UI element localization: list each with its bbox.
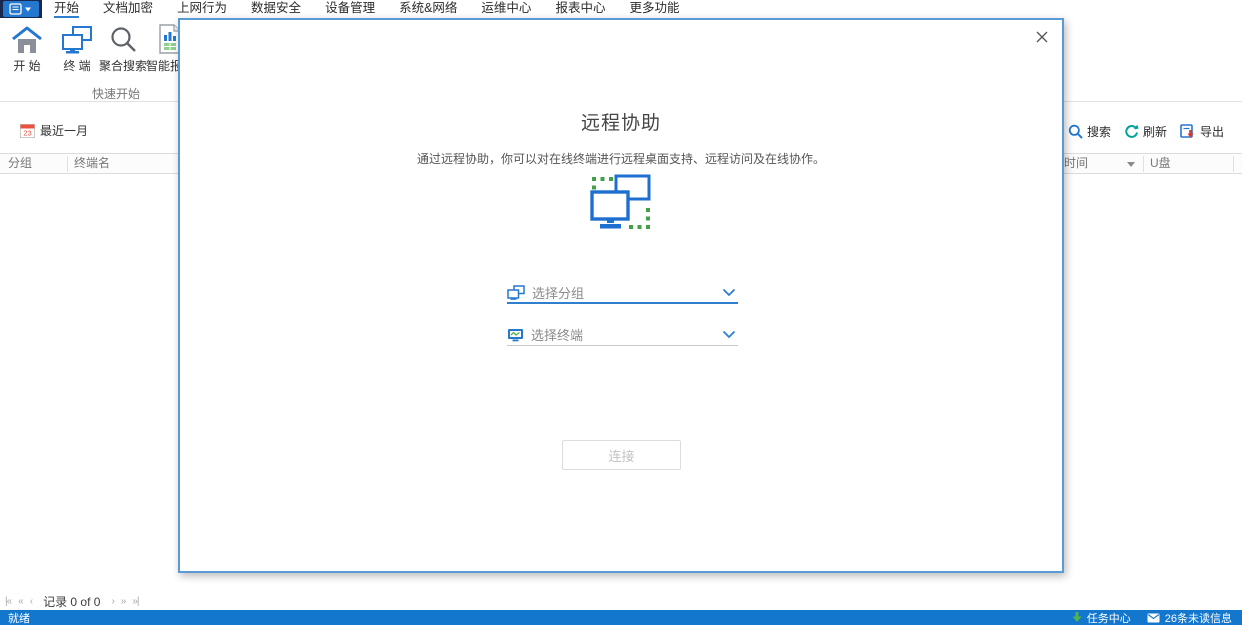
- export-icon: [1180, 124, 1196, 139]
- home-icon: [4, 22, 50, 54]
- task-center-button[interactable]: 任务中心: [1072, 610, 1131, 625]
- filter-caret-icon[interactable]: [1127, 162, 1135, 167]
- close-button[interactable]: [1031, 26, 1053, 48]
- export-label: 导出: [1199, 125, 1224, 139]
- tab-ops-center[interactable]: 运维中心: [481, 0, 531, 18]
- status-bar: 就绪 任务中心 26条未读信息: [0, 610, 1242, 625]
- menu-tabs: 开始 文档加密 上网行为 数据安全 设备管理 系统&网络 运维中心 报表中心 更…: [42, 0, 691, 18]
- column-divider[interactable]: [1233, 156, 1234, 172]
- app-menu-icon: [9, 3, 33, 15]
- app-window: 开始 文档加密 上网行为 数据安全 设备管理 系统&网络 运维中心 报表中心 更…: [0, 0, 1242, 625]
- tab-internet-behavior[interactable]: 上网行为: [177, 0, 227, 18]
- app-menu-block: [0, 0, 42, 18]
- calendar-icon: 23: [20, 123, 35, 138]
- column-header-terminal-name[interactable]: 终端名: [74, 154, 110, 173]
- group-select-dropdown[interactable]: 选择分组: [507, 282, 738, 304]
- tab-system-network[interactable]: 系统&网络: [399, 0, 457, 18]
- status-ready-label: 就绪: [8, 612, 30, 625]
- terminal-select-dropdown[interactable]: 选择终端: [507, 324, 738, 346]
- close-icon: [1036, 31, 1048, 43]
- search-label: 搜索: [1086, 125, 1111, 139]
- tab-data-security[interactable]: 数据安全: [251, 0, 301, 18]
- group-select-placeholder: 选择分组: [532, 285, 585, 301]
- column-divider[interactable]: [67, 156, 68, 172]
- tab-home[interactable]: 开始: [54, 0, 80, 18]
- refresh-button[interactable]: 刷新: [1124, 123, 1167, 140]
- next-record-button[interactable]: ›: [111, 596, 115, 607]
- record-count-label: 记录 0 of 0: [43, 594, 101, 609]
- prev-record-button[interactable]: ‹: [30, 596, 34, 607]
- ribbon-item-terminal[interactable]: 终 端: [54, 22, 100, 73]
- search-icon: [1068, 124, 1083, 139]
- tab-doc-encryption[interactable]: 文档加密: [103, 0, 153, 18]
- app-menu-button[interactable]: [3, 1, 39, 17]
- ribbon-item-start[interactable]: 开 始: [4, 22, 50, 73]
- tab-more-features[interactable]: 更多功能: [629, 0, 679, 18]
- chevron-down-icon: [722, 330, 736, 339]
- group-select-icon: [507, 284, 525, 300]
- tab-report-center[interactable]: 报表中心: [555, 0, 605, 18]
- connect-button[interactable]: 连接: [562, 440, 681, 470]
- terminal-select-placeholder: 选择终端: [531, 328, 584, 343]
- tab-device-management[interactable]: 设备管理: [325, 0, 375, 18]
- refresh-icon: [1124, 124, 1139, 139]
- ribbon-item-aggregate-search[interactable]: 聚合搜索: [98, 22, 148, 73]
- record-navigator: |« « ‹ 记录 0 of 0 › » »|: [5, 592, 140, 610]
- terminal-select-icon: [507, 328, 524, 342]
- mail-icon: [1147, 613, 1160, 623]
- column-divider[interactable]: [1143, 156, 1144, 172]
- remote-assistance-dialog: 远程协助 通过远程协助，你可以对在线终端进行远程桌面支持、远程访问及在线协作。: [178, 18, 1064, 573]
- column-header-time[interactable]: 时间: [1064, 154, 1088, 173]
- task-center-label: 任务中心: [1086, 612, 1131, 625]
- next-page-button[interactable]: »: [121, 596, 126, 607]
- prev-page-button[interactable]: «: [18, 596, 23, 607]
- download-arrow-icon: [1072, 612, 1082, 623]
- menubar: 开始 文档加密 上网行为 数据安全 设备管理 系统&网络 运维中心 报表中心 更…: [0, 0, 1242, 18]
- dialog-title: 远程协助: [580, 113, 661, 134]
- dialog-description: 通过远程协助，你可以对在线终端进行远程桌面支持、远程访问及在线协作。: [416, 152, 825, 166]
- status-bar-right: 任务中心 26条未读信息: [1072, 610, 1232, 625]
- first-record-button[interactable]: |«: [5, 596, 12, 607]
- ribbon-item-label: 终 端: [63, 59, 91, 73]
- search-button[interactable]: 搜索: [1068, 123, 1111, 140]
- ribbon-item-label: 开 始: [13, 59, 41, 73]
- column-header-usb[interactable]: U盘: [1150, 154, 1171, 173]
- chevron-down-icon: [722, 288, 736, 297]
- svg-text:23: 23: [23, 129, 31, 138]
- refresh-label: 刷新: [1142, 125, 1167, 139]
- column-header-group[interactable]: 分组: [8, 154, 32, 173]
- ribbon-item-label: 聚合搜索: [98, 59, 147, 73]
- export-button[interactable]: 导出: [1180, 123, 1224, 140]
- ribbon-group-label: 快速开始: [91, 87, 140, 101]
- last-record-button[interactable]: »|: [132, 596, 139, 607]
- terminals-icon: [54, 22, 100, 54]
- remote-desktop-illustration: [180, 173, 1062, 233]
- unread-messages-label: 26条未读信息: [1164, 612, 1232, 625]
- unread-messages-button[interactable]: 26条未读信息: [1147, 610, 1232, 625]
- search-icon: [98, 22, 148, 54]
- date-range-filter[interactable]: 23 最近一月: [20, 122, 88, 139]
- date-range-label: 最近一月: [40, 124, 89, 138]
